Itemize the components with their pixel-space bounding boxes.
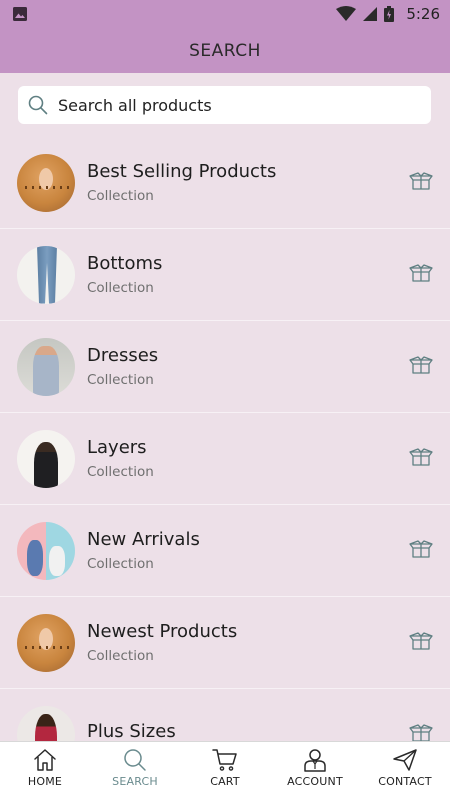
collection-title: New Arrivals — [87, 529, 200, 550]
nav-item-account[interactable]: ACCOUNT — [270, 742, 360, 800]
list-item[interactable]: Layers Collection — [0, 413, 450, 505]
gift-box-icon[interactable] — [409, 263, 433, 283]
collection-thumbnail — [17, 337, 75, 396]
nav-label: SEARCH — [112, 775, 158, 788]
account-icon — [304, 749, 326, 772]
gift-box-icon[interactable] — [409, 539, 433, 559]
collection-title: Bottoms — [87, 253, 163, 274]
nav-item-search[interactable]: SEARCH — [90, 742, 180, 800]
list-item[interactable]: Bottoms Collection — [0, 229, 450, 321]
gift-box-icon[interactable] — [409, 447, 433, 467]
collection-thumbnail — [17, 153, 75, 212]
send-icon — [393, 749, 417, 771]
gift-box-icon[interactable] — [409, 171, 433, 191]
status-time: 5:26 — [406, 5, 440, 23]
search-icon — [124, 749, 146, 771]
collection-title: Best Selling Products — [87, 161, 277, 182]
collection-thumbnail — [17, 245, 75, 304]
collection-title: Plus Sizes — [87, 721, 176, 741]
search-icon — [28, 95, 48, 115]
status-icons: 5:26 — [336, 5, 440, 23]
status-bar: 5:26 — [0, 0, 450, 28]
list-item[interactable]: Plus Sizes — [0, 689, 450, 741]
list-item[interactable]: Best Selling Products Collection — [0, 137, 450, 229]
page-title: SEARCH — [189, 40, 261, 61]
list-item[interactable]: Dresses Collection — [0, 321, 450, 413]
collection-subtitle: Collection — [87, 280, 154, 296]
image-icon — [13, 7, 27, 21]
nav-item-cart[interactable]: CART — [180, 742, 270, 800]
collection-subtitle: Collection — [87, 372, 154, 388]
nav-label: HOME — [27, 775, 63, 788]
gift-box-icon[interactable] — [409, 631, 433, 651]
search-bar[interactable] — [18, 86, 431, 124]
home-icon — [34, 749, 56, 771]
nav-label: CART — [210, 775, 240, 788]
nav-label: ACCOUNT — [287, 775, 343, 788]
app-bar: SEARCH — [0, 28, 450, 73]
collection-thumbnail — [17, 705, 75, 741]
collection-thumbnail — [17, 521, 75, 580]
collection-title: Layers — [87, 437, 147, 458]
gift-box-icon[interactable] — [409, 723, 433, 741]
gift-box-icon[interactable] — [409, 355, 433, 375]
nav-item-contact[interactable]: CONTACT — [360, 742, 450, 800]
bottom-nav: HOME SEARCH CART ACCOUNT CONTACT — [0, 741, 450, 800]
collection-thumbnail — [17, 613, 75, 672]
collection-subtitle: Collection — [87, 648, 154, 664]
collection-list: Best Selling Products Collection Bottoms… — [0, 137, 450, 741]
signal-icon — [363, 7, 378, 21]
collection-subtitle: Collection — [87, 464, 154, 480]
collection-subtitle: Collection — [87, 556, 154, 572]
collection-subtitle: Collection — [87, 188, 154, 204]
collection-title: Newest Products — [87, 621, 238, 642]
wifi-icon — [336, 6, 357, 21]
nav-item-home[interactable]: HOME — [0, 742, 90, 800]
list-item[interactable]: New Arrivals Collection — [0, 505, 450, 597]
list-item[interactable]: Newest Products Collection — [0, 597, 450, 689]
cart-icon — [212, 749, 237, 771]
search-input[interactable] — [58, 95, 398, 115]
nav-label: CONTACT — [378, 775, 432, 788]
battery-icon — [384, 6, 395, 22]
collection-title: Dresses — [87, 345, 159, 366]
collection-thumbnail — [17, 429, 75, 488]
